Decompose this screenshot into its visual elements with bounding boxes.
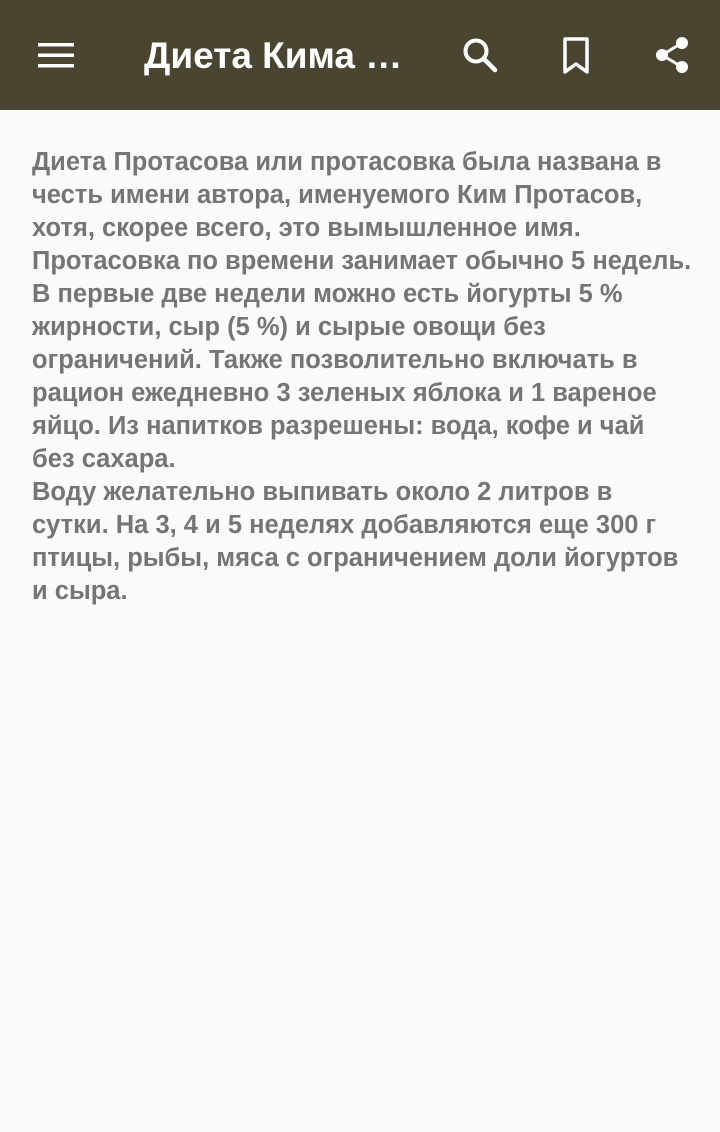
article-paragraph-2: Воду желательно выпивать около 2 литров … — [32, 478, 679, 605]
article-content: Диета Протасова или протасовка была назв… — [32, 146, 692, 608]
bookmark-button[interactable] — [548, 27, 604, 83]
article-paragraph-1: Диета Протасова или протасовка была назв… — [32, 148, 692, 473]
page-title: Диета Кима Протасова — [144, 35, 414, 76]
app-toolbar: Диета Кима Протасова — [0, 0, 720, 110]
bookmark-icon — [563, 37, 589, 74]
menu-button[interactable] — [28, 27, 84, 83]
menu-icon — [38, 43, 74, 68]
search-button[interactable] — [452, 27, 508, 83]
share-icon — [656, 37, 688, 73]
search-icon — [463, 38, 498, 73]
share-button[interactable] — [644, 27, 700, 83]
app-screen: Диета Кима Протасова Диета Протасова или… — [0, 0, 720, 1132]
